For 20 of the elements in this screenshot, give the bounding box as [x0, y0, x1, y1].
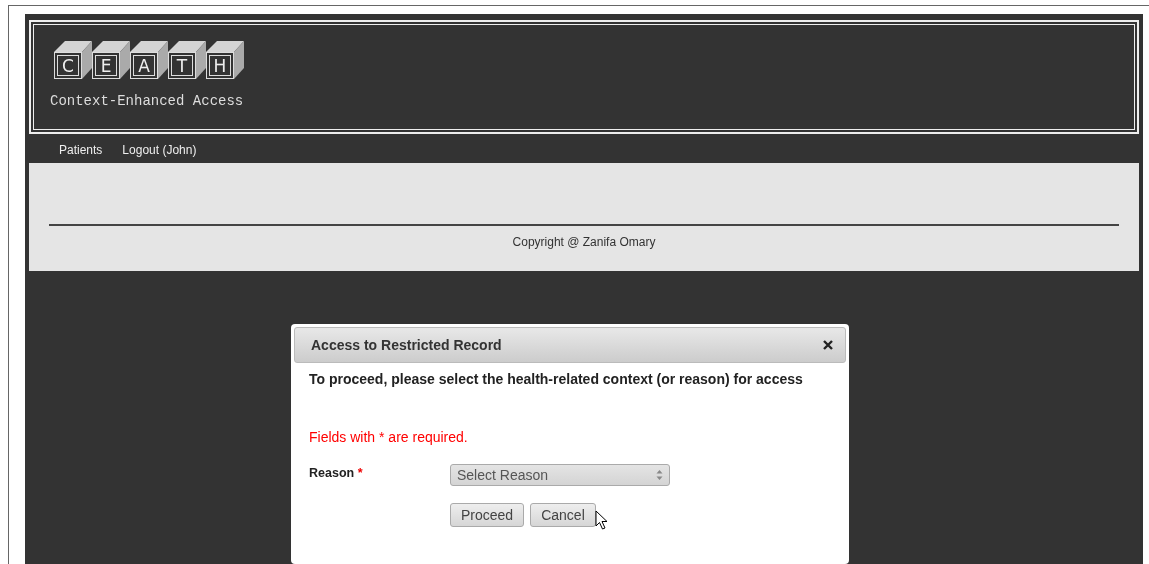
dialog-title: Access to Restricted Record: [311, 337, 502, 353]
nav-link[interactable]: Logout (John): [122, 142, 197, 157]
dialog-instruction: To proceed, please select the health-related context (or reason) for access: [309, 371, 804, 387]
dialog-button[interactable]: Proceed: [450, 503, 525, 527]
mouse-cursor-icon: [595, 510, 609, 530]
required-mark: *: [357, 466, 363, 480]
copyright-text: Copyright @ Zanifa Omary: [511, 235, 657, 249]
nav-link[interactable]: Patients: [59, 142, 103, 157]
reason-select[interactable]: Select Reason: [450, 464, 670, 486]
spinner-arrows-icon: [656, 470, 663, 480]
logo-letter: C: [54, 41, 92, 79]
field-label: Reason: [309, 466, 355, 480]
logo-letter: T: [168, 41, 206, 79]
dialog-button[interactable]: Cancel: [530, 503, 596, 527]
logo-letter: A: [130, 41, 168, 79]
site-subtitle: Context-Enhanced Access: [50, 93, 245, 109]
close-icon[interactable]: [823, 340, 833, 350]
logo-letter: E: [92, 41, 130, 79]
logo-letter: H: [206, 41, 244, 79]
required-note: Fields with * are required.: [309, 429, 469, 445]
